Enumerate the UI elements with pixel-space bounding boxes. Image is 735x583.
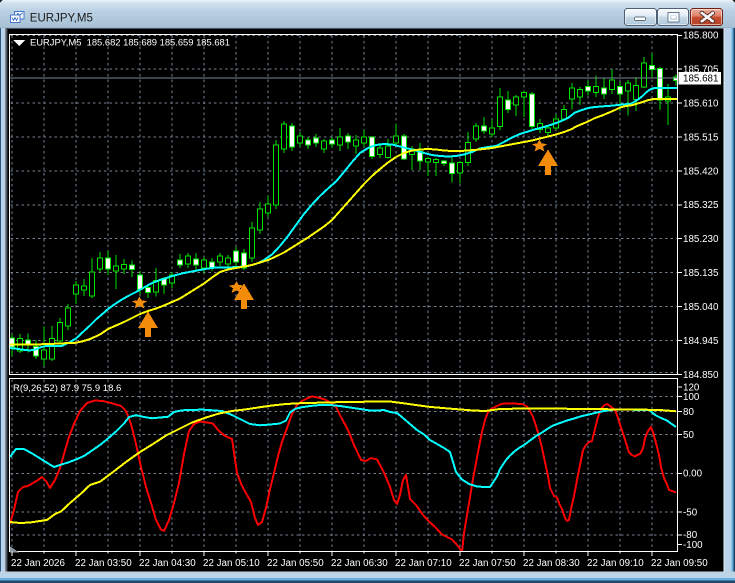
svg-text:EURJPY,M5: EURJPY,M5 bbox=[30, 13, 93, 25]
svg-text:185.230: 185.230 bbox=[683, 234, 719, 245]
svg-text:185.681: 185.681 bbox=[683, 74, 718, 85]
svg-text:184.945: 184.945 bbox=[683, 336, 719, 347]
svg-text:185.800: 185.800 bbox=[683, 31, 719, 42]
svg-text:185.420: 185.420 bbox=[683, 166, 719, 177]
svg-text:22 Jan 09:50: 22 Jan 09:50 bbox=[651, 558, 708, 569]
svg-text:22 Jan 05:10: 22 Jan 05:10 bbox=[203, 558, 260, 569]
svg-text:100: 100 bbox=[683, 392, 700, 403]
svg-text:R(9,26,52) 87.9 75.9 18.6: R(9,26,52) 87.9 75.9 18.6 bbox=[13, 383, 121, 394]
svg-text:185.135: 185.135 bbox=[683, 268, 719, 279]
svg-text:22 Jan 05:50: 22 Jan 05:50 bbox=[267, 558, 324, 569]
svg-text:22 Jan 09:10: 22 Jan 09:10 bbox=[587, 558, 644, 569]
svg-text:185.515: 185.515 bbox=[683, 132, 719, 143]
svg-text:22 Jan 06:30: 22 Jan 06:30 bbox=[331, 558, 388, 569]
svg-text:80: 80 bbox=[683, 407, 694, 418]
svg-text:22 Jan 04:30: 22 Jan 04:30 bbox=[139, 558, 196, 569]
svg-text:184.850: 184.850 bbox=[683, 370, 719, 381]
svg-text:EURJPY,M5 185.682 185.689 185: EURJPY,M5 185.682 185.689 185.659 185.68… bbox=[30, 36, 230, 47]
svg-text:22 Jan 03:50: 22 Jan 03:50 bbox=[75, 558, 132, 569]
svg-text:0.00: 0.00 bbox=[683, 469, 703, 480]
svg-text:22 Jan 07:10: 22 Jan 07:10 bbox=[395, 558, 452, 569]
svg-text:185.325: 185.325 bbox=[683, 200, 719, 211]
svg-text:50: 50 bbox=[683, 430, 694, 441]
svg-text:22 Jan 2026: 22 Jan 2026 bbox=[11, 558, 65, 569]
svg-text:185.040: 185.040 bbox=[683, 302, 719, 313]
svg-text:185.610: 185.610 bbox=[683, 99, 719, 110]
svg-text:22 Jan 07:50: 22 Jan 07:50 bbox=[459, 558, 516, 569]
svg-text:-100: -100 bbox=[683, 540, 703, 551]
svg-text:22 Jan 08:30: 22 Jan 08:30 bbox=[523, 558, 580, 569]
svg-text:-50: -50 bbox=[683, 507, 698, 518]
